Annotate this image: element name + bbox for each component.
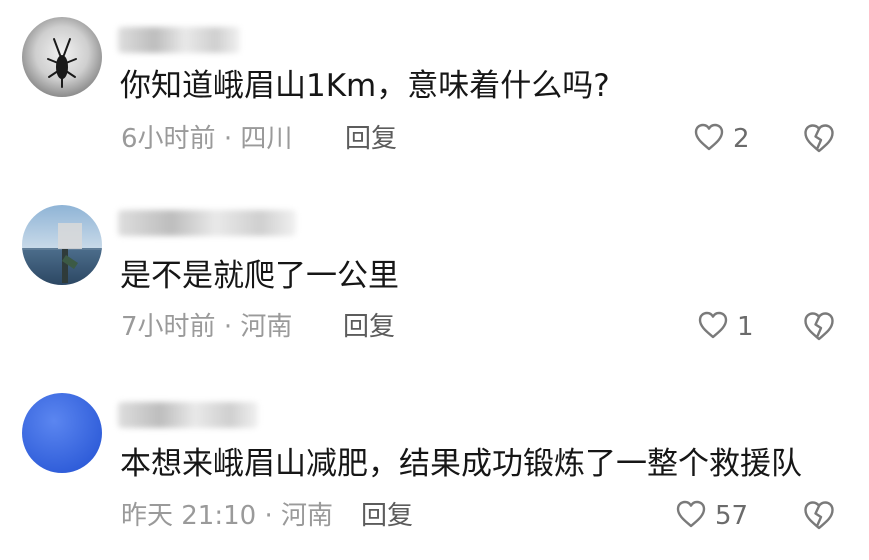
like-button[interactable]: 2	[693, 122, 750, 156]
comment-item: 是不是就爬了一公里 7小时前 · 河南 回复 1	[0, 188, 869, 373]
comment-meta: 昨天 21:10 · 河南	[121, 503, 333, 529]
avatar[interactable]	[22, 205, 102, 285]
comment-text: 你知道峨眉山1Km，意味着什么吗?	[120, 68, 610, 104]
meta-separator: ·	[223, 312, 233, 342]
like-button[interactable]: 57	[675, 499, 748, 533]
comment-item: 你知道峨眉山1Km，意味着什么吗? 6小时前 · 四川 回复 2	[0, 0, 869, 185]
broken-heart-icon	[802, 124, 836, 158]
heart-outline-icon	[693, 122, 725, 156]
username-blurred[interactable]	[118, 402, 258, 428]
comment-time: 昨天 21:10	[121, 501, 257, 531]
meta-separator: ·	[264, 501, 273, 531]
reply-button[interactable]: 回复	[345, 126, 397, 152]
username-blurred[interactable]	[118, 210, 296, 236]
meta-separator: ·	[223, 124, 233, 154]
comment-text: 本想来峨眉山减肥，结果成功锻炼了一整个救援队	[120, 446, 802, 482]
broken-heart-icon	[802, 501, 836, 535]
comment-location: 河南	[281, 501, 334, 531]
comment-meta: 6小时前 · 四川	[121, 126, 292, 152]
comment-time: 7小时前	[121, 312, 216, 342]
broken-heart-icon	[802, 312, 836, 346]
comment-text: 是不是就爬了一公里	[120, 258, 399, 294]
reply-button[interactable]: 回复	[343, 314, 395, 340]
comment-item: 本想来峨眉山减肥，结果成功锻炼了一整个救援队 昨天 21:10 · 河南 回复 …	[0, 376, 869, 560]
dislike-button[interactable]	[802, 122, 836, 158]
comment-location: 河南	[240, 312, 293, 342]
heart-outline-icon	[675, 499, 707, 533]
avatar[interactable]	[22, 17, 102, 97]
comment-meta: 7小时前 · 河南	[121, 314, 292, 340]
dislike-button[interactable]	[802, 310, 836, 346]
dislike-button[interactable]	[802, 499, 836, 535]
comment-time: 6小时前	[121, 124, 216, 154]
comment-location: 四川	[240, 124, 293, 154]
reply-button[interactable]: 回复	[361, 503, 413, 529]
avatar[interactable]	[22, 393, 102, 473]
username-blurred[interactable]	[118, 27, 240, 53]
like-count: 2	[733, 124, 750, 154]
like-count: 57	[715, 501, 749, 531]
comment-list: 你知道峨眉山1Km，意味着什么吗? 6小时前 · 四川 回复 2 是不是就爬了一…	[0, 0, 869, 560]
heart-outline-icon	[697, 310, 729, 344]
like-button[interactable]: 1	[697, 310, 754, 344]
like-count: 1	[737, 312, 754, 342]
